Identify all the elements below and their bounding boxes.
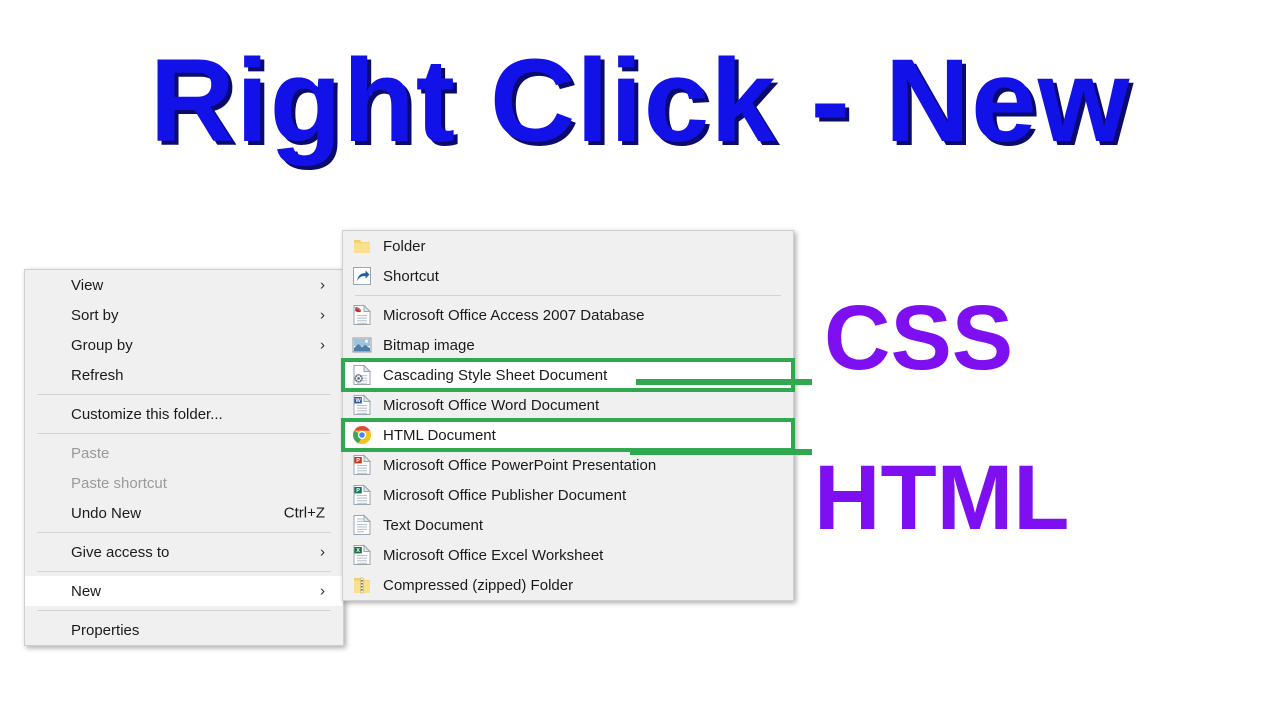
- menu-item-give-access-to[interactable]: Give access to ›: [25, 537, 343, 567]
- menu-item-label: View: [71, 276, 104, 294]
- svg-text:P: P: [356, 458, 360, 464]
- svg-text:X: X: [356, 548, 360, 554]
- desktop-context-menu[interactable]: View › Sort by › Group by › Refresh Customize t…: [24, 269, 344, 646]
- menu-item-sort-by[interactable]: Sort by ›: [25, 300, 343, 330]
- publisher-file-icon: P: [351, 484, 373, 506]
- menu-item-properties[interactable]: Properties: [25, 615, 343, 645]
- new-menu-item-folder[interactable]: Folder: [343, 231, 793, 261]
- menu-separator: [355, 295, 781, 296]
- new-menu-item-label: Microsoft Office Access 2007 Database: [383, 306, 645, 324]
- menu-item-new[interactable]: New ›: [25, 576, 343, 606]
- chevron-right-icon: ›: [320, 306, 325, 324]
- new-menu-item-label: Microsoft Office Publisher Document: [383, 486, 627, 504]
- shortcut-icon: [351, 265, 373, 287]
- menu-item-label: Paste: [71, 444, 110, 462]
- new-menu-item-label: Folder: [383, 237, 426, 255]
- menu-item-customize-this-folder[interactable]: Customize this folder...: [25, 399, 343, 429]
- new-menu-item-compressed-zipped-folder[interactable]: Compressed (zipped) Folder: [343, 570, 793, 600]
- new-menu-item-microsoft-office-publisher-document[interactable]: P Microsoft Office Publisher Document: [343, 480, 793, 510]
- chevron-right-icon: ›: [320, 276, 325, 294]
- word-file-icon: W: [351, 394, 373, 416]
- menu-item-refresh[interactable]: Refresh: [25, 360, 343, 390]
- chevron-right-icon: ›: [320, 543, 325, 561]
- menu-item-label: Paste shortcut: [71, 474, 167, 492]
- new-menu-item-label: Microsoft Office PowerPoint Presentation: [383, 456, 657, 474]
- menu-item-label: Properties: [71, 621, 140, 639]
- menu-item-view[interactable]: View ›: [25, 270, 343, 300]
- menu-separator: [37, 394, 331, 395]
- new-menu-item-microsoft-office-access-2007-database[interactable]: Microsoft Office Access 2007 Database: [343, 300, 793, 330]
- chevron-right-icon: ›: [320, 336, 325, 354]
- new-menu-item-label: Text Document: [383, 516, 484, 534]
- chrome-html-icon: [351, 424, 373, 446]
- menu-item-label: Sort by: [71, 306, 119, 324]
- new-menu-item-bitmap-image[interactable]: Bitmap image: [343, 330, 793, 360]
- svg-text:W: W: [355, 398, 361, 404]
- new-menu-item-html-document[interactable]: HTML Document: [341, 418, 795, 452]
- chevron-right-icon: ›: [320, 582, 325, 600]
- menu-item-undo-new[interactable]: Undo New Ctrl+Z: [25, 498, 343, 528]
- bitmap-image-icon: [351, 334, 373, 356]
- zip-folder-icon: [351, 574, 373, 596]
- new-menu-item-text-document[interactable]: Text Document: [343, 510, 793, 540]
- menu-item-label: Undo New: [71, 504, 142, 522]
- svg-text:P: P: [356, 488, 360, 494]
- menu-item-label: New: [71, 582, 102, 600]
- powerpoint-file-icon: P: [351, 454, 373, 476]
- menu-item-label: Group by: [71, 336, 133, 354]
- new-menu-item-label: Microsoft Office Word Document: [383, 396, 600, 414]
- menu-item-label: Customize this folder...: [71, 405, 223, 423]
- menu-separator: [37, 532, 331, 533]
- new-menu-item-label: Cascading Style Sheet Document: [383, 366, 608, 384]
- menu-item-paste[interactable]: Paste: [25, 438, 343, 468]
- page-title: Right Click - New: [149, 35, 1131, 167]
- folder-icon: [351, 235, 373, 257]
- annotation-label-css: CSS: [824, 287, 1014, 389]
- new-menu-item-microsoft-office-excel-worksheet[interactable]: X Microsoft Office Excel Worksheet: [343, 540, 793, 570]
- menu-separator: [37, 571, 331, 572]
- annotation-label-html: HTML: [814, 447, 1070, 549]
- new-menu-item-cascading-style-sheet-document[interactable]: Cascading Style Sheet Document: [341, 358, 795, 392]
- new-menu-item-shortcut[interactable]: Shortcut: [343, 261, 793, 291]
- new-menu-item-label: Bitmap image: [383, 336, 475, 354]
- new-menu-item-microsoft-office-powerpoint-presentation[interactable]: P Microsoft Office PowerPoint Presentatio…: [343, 450, 793, 480]
- menu-item-accelerator: Ctrl+Z: [283, 504, 325, 522]
- access-file-icon: [351, 304, 373, 326]
- menu-separator: [37, 433, 331, 434]
- new-menu-item-label: Microsoft Office Excel Worksheet: [383, 546, 604, 564]
- menu-item-label: Give access to: [71, 543, 170, 561]
- menu-item-label: Refresh: [71, 366, 124, 384]
- menu-separator: [37, 610, 331, 611]
- new-menu-item-label: Shortcut: [383, 267, 439, 285]
- new-menu-item-label: Compressed (zipped) Folder: [383, 576, 574, 594]
- menu-item-group-by[interactable]: Group by ›: [25, 330, 343, 360]
- new-menu-item-label: HTML Document: [383, 426, 496, 444]
- new-menu-item-microsoft-office-word-document[interactable]: W Microsoft Office Word Document: [343, 390, 793, 420]
- new-submenu[interactable]: Folder Shortcut Microsoft Office Access 20…: [341, 230, 795, 601]
- menu-item-paste-shortcut[interactable]: Paste shortcut: [25, 468, 343, 498]
- text-file-icon: [351, 514, 373, 536]
- css-file-icon: [351, 364, 373, 386]
- excel-file-icon: X: [351, 544, 373, 566]
